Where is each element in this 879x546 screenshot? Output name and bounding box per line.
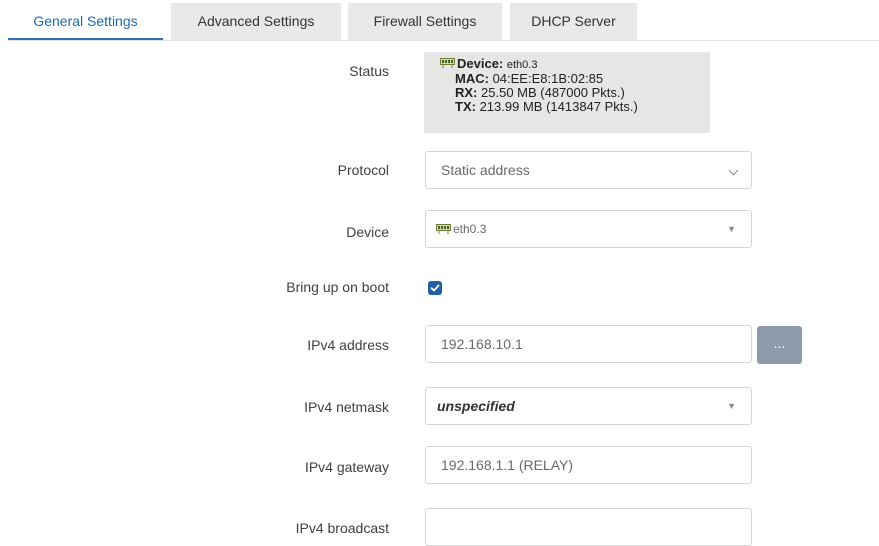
tx-value: 213.99 MB (1413847 Pkts.) <box>479 99 638 114</box>
network-port-icon <box>436 212 451 234</box>
ipv4-netmask-value: unspecified <box>437 398 515 414</box>
rx-key: RX: <box>455 85 478 100</box>
device-label: Device <box>346 224 389 240</box>
ipv4-broadcast-input[interactable] <box>425 508 752 546</box>
tab-dhcp-server[interactable]: DHCP Server <box>510 3 637 40</box>
ipv4-address-value: 192.168.10.1 <box>441 336 523 352</box>
tx-key: TX: <box>455 99 476 114</box>
network-port-icon <box>440 57 455 68</box>
mac-value: 04:EE:E8:1B:02:85 <box>492 71 604 86</box>
device-value: eth0.3 <box>453 222 487 236</box>
chevron-down-icon <box>728 165 739 176</box>
mac-key: MAC: <box>455 71 489 86</box>
boot-label: Bring up on boot <box>286 279 389 295</box>
status-panel: Device: eth0.3 MAC: 04:EE:E8:1B:02:85 RX… <box>424 52 710 133</box>
tab-advanced-settings[interactable]: Advanced Settings <box>171 3 341 40</box>
tab-bar: General Settings Advanced Settings Firew… <box>0 0 879 41</box>
tab-firewall-settings[interactable]: Firewall Settings <box>348 3 502 40</box>
device-select[interactable]: eth0.3 ▼ <box>425 210 752 248</box>
ipv4-netmask-select[interactable]: unspecified ▼ <box>425 387 752 425</box>
ipv4-gateway-value: 192.168.1.1 (RELAY) <box>441 457 574 473</box>
protocol-label: Protocol <box>337 162 389 178</box>
caret-down-icon: ▼ <box>727 401 736 411</box>
checkmark-icon <box>430 284 440 292</box>
status-label: Status <box>349 63 389 79</box>
ipv4-address-input[interactable]: 192.168.10.1 <box>425 325 752 363</box>
boot-checkbox[interactable] <box>428 281 442 295</box>
ipv4-address-label: IPv4 address <box>307 337 389 353</box>
ipv4-gateway-input[interactable]: 192.168.1.1 (RELAY) <box>425 446 752 484</box>
tab-divider <box>8 40 879 41</box>
ipv4-address-more-button[interactable]: ... <box>757 326 802 364</box>
ipv4-gateway-label: IPv4 gateway <box>304 459 389 475</box>
protocol-select[interactable]: Static address <box>425 151 752 189</box>
caret-down-icon: ▼ <box>727 224 736 234</box>
ipv4-netmask-label: IPv4 netmask <box>304 399 389 415</box>
tab-general-settings[interactable]: General Settings <box>8 3 163 40</box>
rx-value: 25.50 MB (487000 Pkts.) <box>481 85 625 100</box>
protocol-value: Static address <box>441 162 530 178</box>
device-value: eth0.3 <box>506 59 538 71</box>
device-key: Device: <box>457 56 504 71</box>
ipv4-broadcast-label: IPv4 broadcast <box>295 520 389 536</box>
